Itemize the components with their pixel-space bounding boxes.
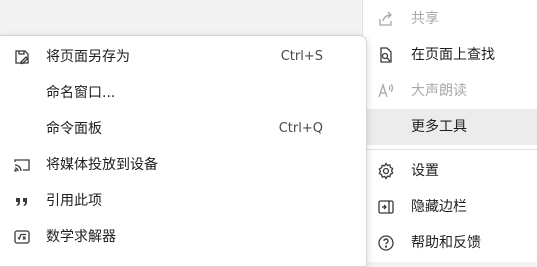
- menu-item-help-feedback[interactable]: 帮助和反馈: [363, 225, 537, 261]
- gear-icon: [376, 161, 396, 181]
- read-aloud-icon: [376, 81, 396, 101]
- menu-item-hide-sidebar[interactable]: 隐藏边栏: [363, 189, 537, 225]
- shortcut-label: Ctrl+Q: [278, 121, 323, 136]
- submenu-item-cast-media[interactable]: 将媒体投放到设备: [0, 147, 366, 183]
- save-page-icon: [12, 47, 32, 67]
- share-icon: [376, 9, 396, 29]
- menu-item-label: 隐藏边栏: [411, 199, 467, 215]
- submenu-item-label: 将媒体投放到设备: [46, 157, 158, 173]
- submenu-item-name-window[interactable]: 命名窗口...: [0, 75, 366, 111]
- submenu-item-cite-this[interactable]: 引用此项: [0, 183, 366, 219]
- cast-icon: [12, 155, 32, 175]
- sidebar-icon: [376, 197, 396, 217]
- submenu-item-label: 引用此项: [46, 193, 102, 209]
- quote-icon: [12, 191, 32, 211]
- browser-main-menu: 共享 在页面上查找 大声朗读 更多工具 设置 隐藏边栏 帮助和反馈: [362, 0, 537, 262]
- menu-item-label: 帮助和反馈: [411, 235, 481, 251]
- more-tools-submenu: 将页面另存为 Ctrl+S 命名窗口... 命令面板 Ctrl+Q 将媒体投放到…: [0, 35, 367, 267]
- submenu-item-command-palette[interactable]: 命令面板 Ctrl+Q: [0, 111, 366, 147]
- menu-item-label: 设置: [411, 163, 439, 179]
- menu-item-label: 大声朗读: [411, 83, 467, 99]
- submenu-item-label: 将页面另存为: [46, 49, 130, 65]
- menu-item-label: 更多工具: [411, 119, 467, 135]
- menu-item-more-tools[interactable]: 更多工具: [363, 109, 537, 145]
- submenu-item-label: 命令面板: [46, 121, 102, 137]
- shortcut-label: Ctrl+S: [280, 49, 323, 64]
- menu-item-read-aloud[interactable]: 大声朗读: [363, 73, 537, 109]
- menu-item-label: 共享: [411, 11, 439, 27]
- submenu-item-label: 命名窗口...: [46, 85, 116, 101]
- menu-divider: [363, 149, 537, 150]
- menu-item-label: 在页面上查找: [411, 47, 495, 63]
- help-icon: [376, 233, 396, 253]
- submenu-item-label: 数学求解器: [46, 229, 116, 245]
- menu-item-find-on-page[interactable]: 在页面上查找: [363, 37, 537, 73]
- math-solver-icon: [12, 227, 32, 247]
- find-icon: [376, 45, 396, 65]
- menu-item-settings[interactable]: 设置: [363, 153, 537, 189]
- menu-item-share[interactable]: 共享: [363, 1, 537, 37]
- submenu-item-save-page-as[interactable]: 将页面另存为 Ctrl+S: [0, 39, 366, 75]
